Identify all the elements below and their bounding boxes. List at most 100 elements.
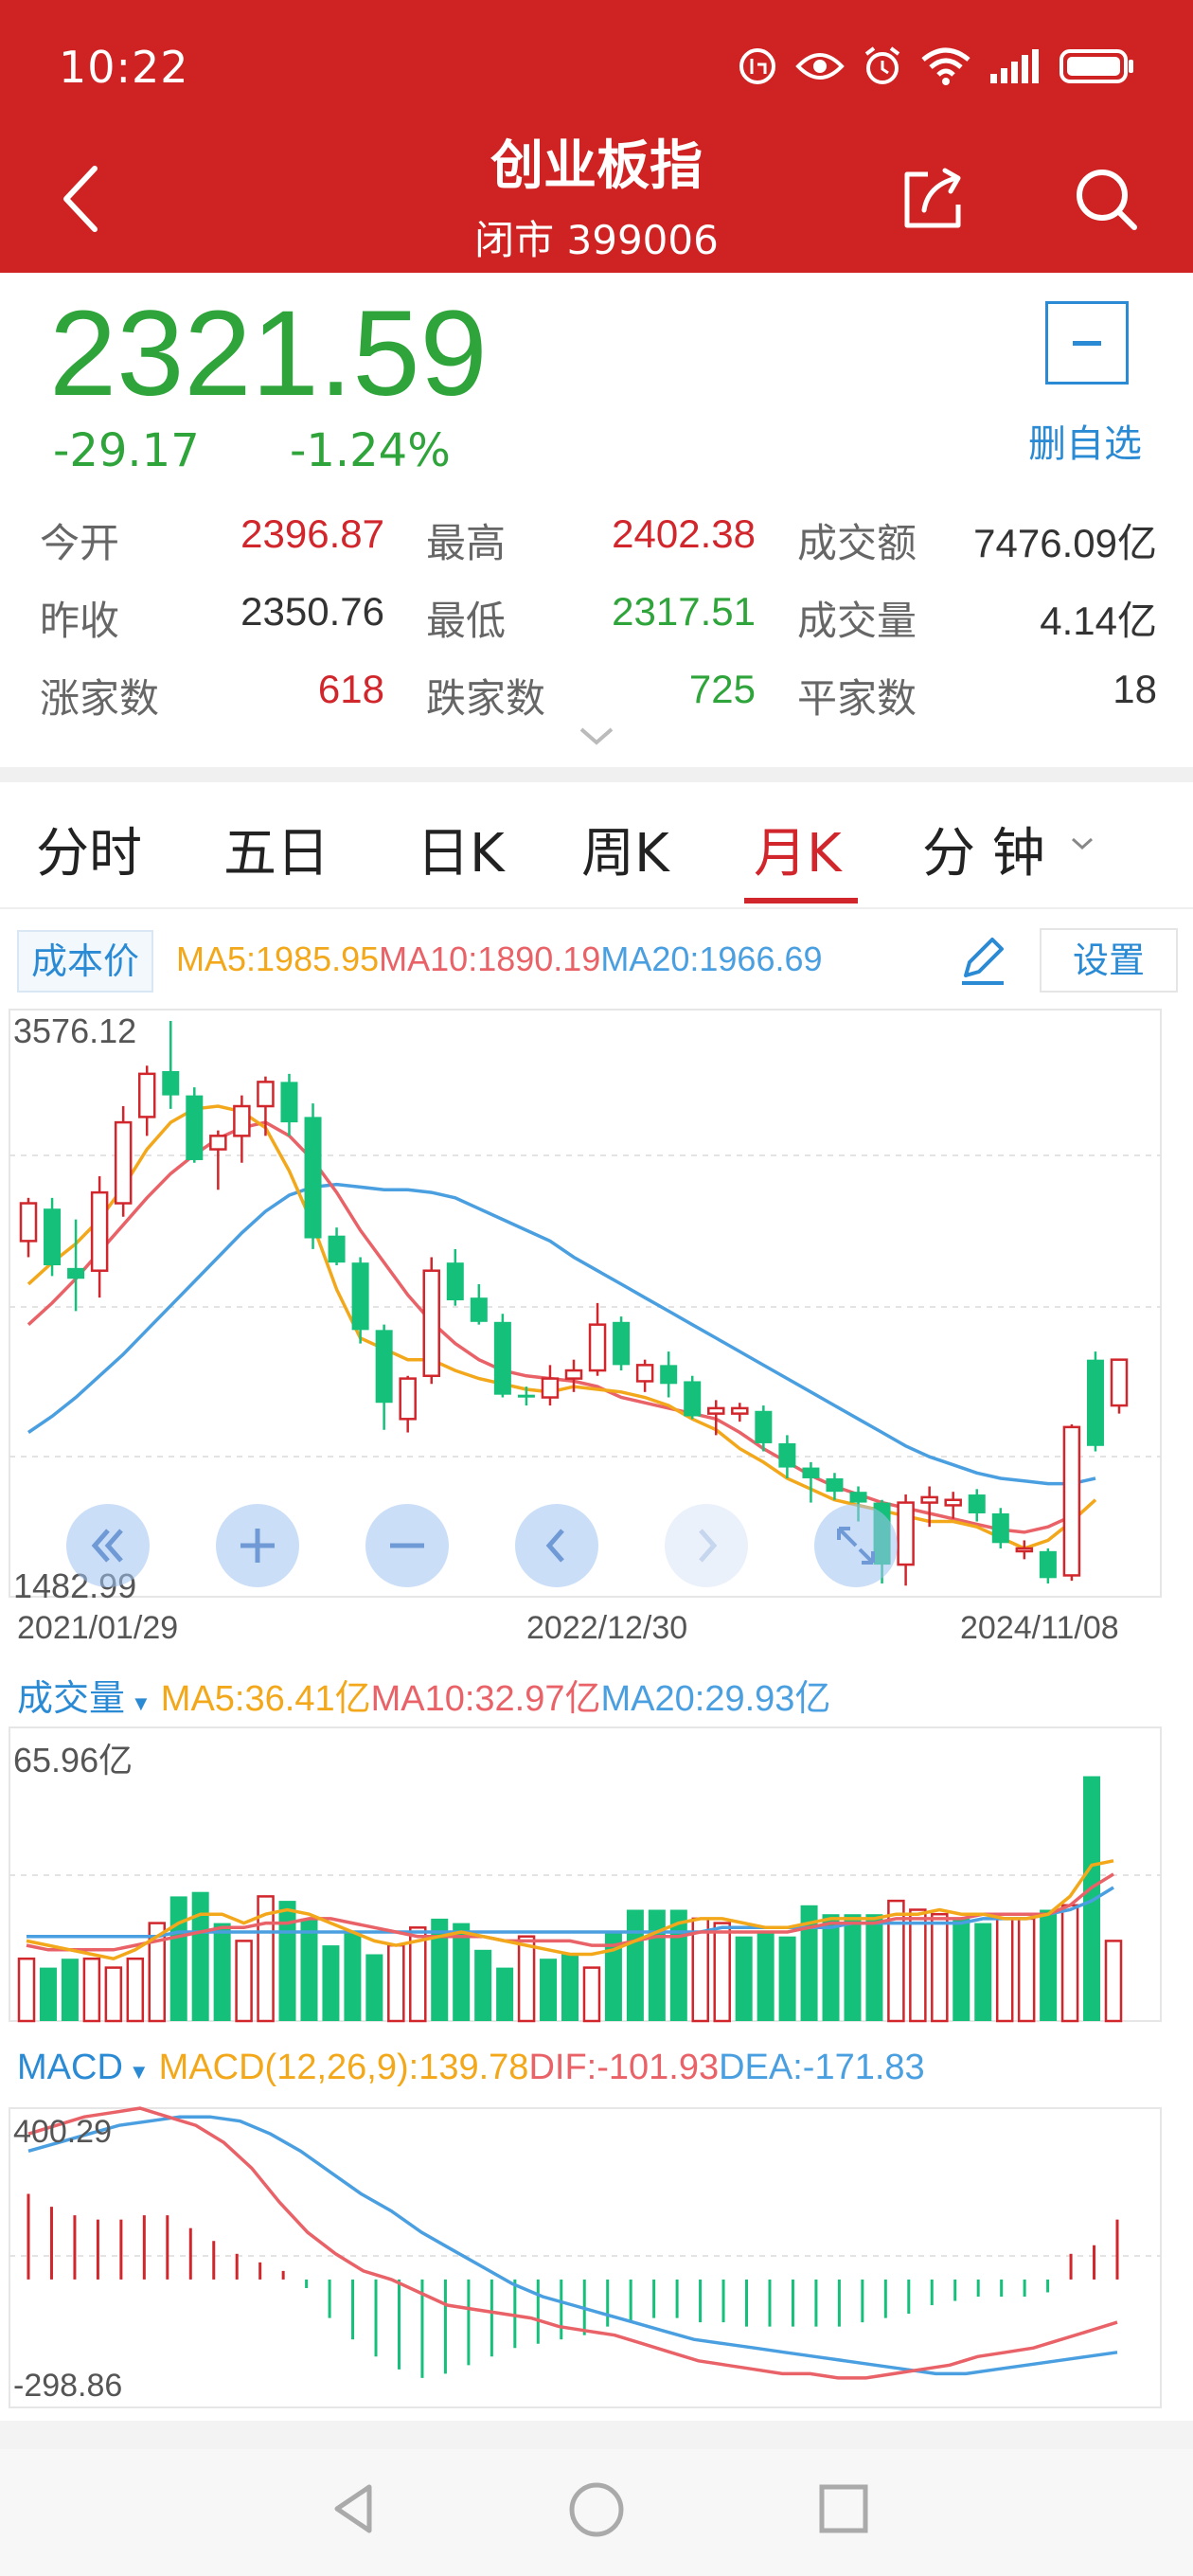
macd-y-min-label: -298.86 [13,2368,123,2404]
date-end-label: 2024/11/08 [960,1610,1119,1646]
home-circle-icon[interactable] [562,2476,631,2544]
macd-title[interactable]: MACD [17,2048,123,2088]
candle-body [1086,1359,1104,1446]
volume-bar [213,1923,231,2021]
tab-1[interactable]: 五日 [223,811,329,887]
stat-label: 平家数 [797,675,917,722]
candle-body [209,1135,227,1151]
tab-4[interactable]: 月K [754,811,842,887]
candle-body [233,1104,251,1137]
candle-body [517,1394,535,1398]
dropdown-icon[interactable]: ▼ [129,2060,150,2084]
candle-body [660,1365,678,1385]
candle-body [375,1330,393,1404]
volume-bar [126,1957,145,2023]
zoom-out-button[interactable] [365,1504,449,1587]
volume-title[interactable]: 成交量 [17,1669,125,1721]
y-max-label: 3576.12 [13,1011,137,1050]
candle-body [897,1501,915,1566]
volume-bar [931,1912,949,2023]
chevron-right-icon [699,1529,718,1563]
ma10-line [27,1120,1073,1534]
page-title: 创业板指 [490,135,703,197]
macd-legend: MACD ▼ MACD(12,26,9):139.78DIF:-101.93DEA:… [17,2048,925,2088]
candle-body [635,1364,654,1383]
dea-value: DEA:-171.83 [719,2048,925,2087]
fast-back-button[interactable] [66,1504,150,1587]
volume-y-max-label: 65.96亿 [13,1741,134,1780]
stat-label: 成交量 [797,598,917,644]
expand-icon [837,1527,875,1565]
vol-ma20-value: MA20:29.93亿 [600,1679,831,1719]
candle-body [826,1477,844,1493]
volume-bar [1060,1904,1079,2023]
stat-value: 2396.87 [240,511,384,556]
tab-3[interactable]: 周K [581,811,669,887]
macd-y-max-label: 400.29 [13,2114,112,2150]
volume-bar [104,1966,123,2023]
active-tab-indicator [744,898,858,903]
candle-body [446,1262,464,1301]
cost-price-button[interactable]: 成本价 [17,930,153,993]
current-price: 2321.59 [49,286,488,421]
candle-body [470,1297,488,1322]
candle-body [755,1410,773,1443]
fullscreen-button[interactable] [814,1504,898,1587]
candle-body [920,1495,938,1504]
share-icon[interactable] [896,161,971,237]
volume-bar [626,1909,644,2021]
volume-bar [540,1959,558,2021]
price-change: -29.17 [53,424,200,477]
search-icon[interactable] [1068,161,1144,237]
stat-label: 昨收 [40,598,120,644]
candle-body [493,1321,511,1395]
candle-body [67,1267,85,1279]
candle-body [707,1406,725,1415]
candle-body [778,1442,796,1468]
stat-label: 最高 [426,520,507,566]
date-start-label: 2021/01/29 [17,1610,179,1646]
settings-button[interactable]: 设置 [1040,928,1178,993]
candle-body [944,1498,962,1507]
chevron-down-icon[interactable] [1070,835,1095,852]
candle-body [564,1368,583,1380]
price-change-pct: -1.24% [290,424,451,477]
macd-chart[interactable] [0,2104,1193,2417]
stat-label: 今开 [40,520,120,566]
remove-favorite-label[interactable]: 删自选 [1028,413,1142,468]
volume-chart[interactable] [0,1724,1193,2027]
candle-body [328,1235,346,1263]
tab-5[interactable]: 分 钟 [922,811,1045,887]
scroll-right-button[interactable] [665,1504,748,1587]
ma5-line [27,1104,1097,1550]
alarm-icon [864,46,900,84]
candle-body [588,1323,607,1372]
page-subtitle: 闭市 399006 [474,217,719,263]
volume-bar [169,1896,187,2021]
remove-favorite-button[interactable] [1045,301,1129,385]
scroll-left-button[interactable] [515,1504,598,1587]
volume-bar [822,1914,840,2021]
volume-bar [561,1954,579,2021]
status-time: 10:22 [59,42,189,93]
back-triangle-icon[interactable] [320,2476,386,2542]
tab-2[interactable]: 日K [417,811,505,887]
ma20-value: MA20:1966.69 [600,939,823,978]
volume-bar [82,1957,101,2023]
tab-0[interactable]: 分时 [36,811,142,887]
candle-body [257,1081,275,1108]
zoom-in-button[interactable] [216,1504,299,1587]
dropdown-icon[interactable]: ▼ [131,1691,151,1716]
candle-body [1039,1550,1057,1579]
candle-body [280,1082,298,1123]
chevron-down-icon[interactable] [578,725,615,748]
recent-apps-icon[interactable] [810,2476,877,2542]
candle-body [849,1492,867,1503]
volume-bar [235,1940,253,2023]
stat-label: 涨家数 [40,675,160,722]
stat-value: 2317.51 [612,589,756,634]
volume-bar [278,1901,296,2021]
candle-body [422,1269,440,1378]
minus-icon [390,1543,424,1548]
pencil-icon[interactable] [954,932,1011,989]
